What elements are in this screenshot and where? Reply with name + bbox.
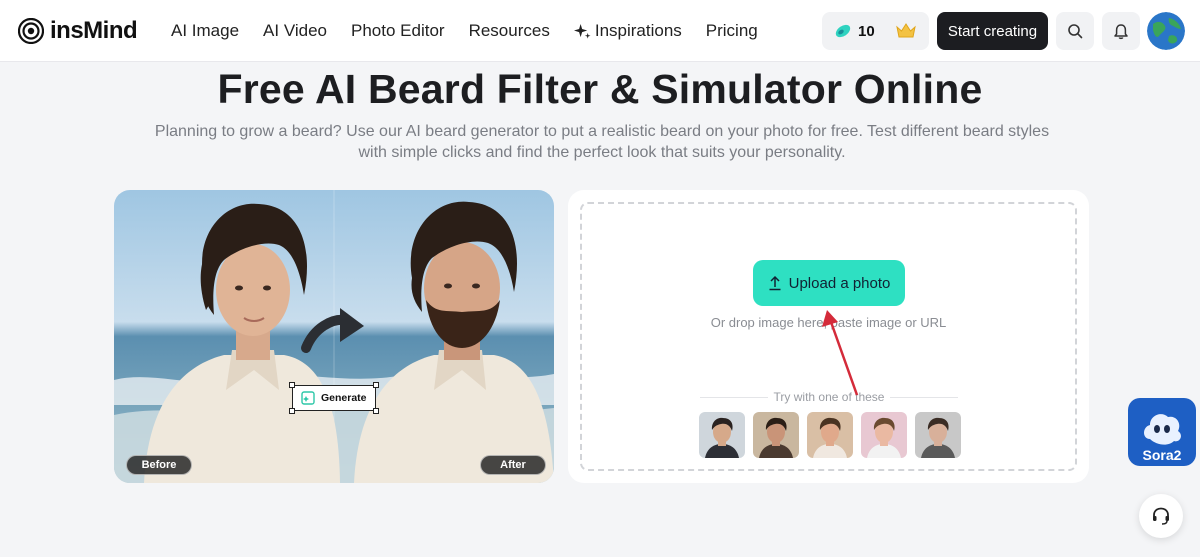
- search-icon: [1068, 24, 1083, 39]
- crown-icon[interactable]: [895, 22, 917, 40]
- top-navbar: insMind AI Image AI Video Photo Editor R…: [0, 0, 1200, 62]
- credits-count: 10: [858, 22, 875, 40]
- sample-man-smiling-thumbnail[interactable]: [807, 412, 853, 458]
- user-avatar[interactable]: [1147, 12, 1185, 50]
- sample-man-smiling-portrait: [807, 412, 853, 458]
- credits-badge[interactable]: 10: [822, 12, 929, 50]
- sample-man-suit-thumbnail[interactable]: [699, 412, 745, 458]
- bell-icon: [1114, 23, 1128, 39]
- drop-hint-text: Or drop image here, paste image or URL: [710, 315, 947, 330]
- sora-mascot-icon: [1144, 414, 1181, 445]
- image-sparkle-icon: [301, 391, 315, 405]
- sample-boy-pink-portrait: [861, 412, 907, 458]
- credit-gem-icon: [835, 24, 851, 38]
- search-button[interactable]: [1056, 12, 1094, 50]
- menu-item-inspirations-label: Inspirations: [594, 21, 682, 40]
- sample-man-dark-hair-portrait: [753, 412, 799, 458]
- sample-boy-grey-thumbnail[interactable]: [915, 412, 961, 458]
- sample-boy-pink-thumbnail[interactable]: [861, 412, 907, 458]
- start-creating-button[interactable]: Start creating: [937, 12, 1048, 50]
- upload-arrow-icon: [769, 275, 781, 291]
- sample-boy-grey-portrait: [915, 412, 961, 458]
- menu-item-resources[interactable]: Resources: [469, 21, 550, 41]
- menu-item-photo-editor[interactable]: Photo Editor: [351, 21, 445, 41]
- generate-label: Generate: [321, 392, 367, 404]
- main-menu: AI Image AI Video Photo Editor Resources…: [160, 0, 782, 62]
- headset-icon: [1153, 507, 1169, 525]
- sora2-widget[interactable]: Sora2: [1128, 398, 1196, 466]
- notifications-button[interactable]: [1102, 12, 1140, 50]
- before-after-demo-image: [114, 190, 554, 483]
- divider-left: [700, 396, 768, 398]
- generate-tag: Generate: [289, 382, 379, 414]
- upload-photo-button[interactable]: Upload a photo: [753, 260, 905, 306]
- menu-item-ai-video[interactable]: AI Video: [263, 21, 327, 41]
- sparkle-icon: [573, 23, 591, 39]
- globe-avatar-icon: [1147, 12, 1185, 50]
- sora2-label: Sora2: [1142, 447, 1182, 463]
- support-button[interactable]: [1139, 494, 1183, 538]
- try-samples-row: Try with one of these: [700, 389, 959, 405]
- logo-icon: [18, 18, 44, 44]
- page-title: Free AI Beard Filter & Simulator Online: [217, 66, 983, 112]
- menu-item-pricing[interactable]: Pricing: [706, 21, 758, 41]
- upload-photo-label: Upload a photo: [788, 274, 891, 292]
- sample-man-dark-hair-thumbnail[interactable]: [753, 412, 799, 458]
- menu-item-inspirations[interactable]: Inspirations: [573, 21, 682, 41]
- divider-right: [890, 396, 959, 398]
- sample-thumbnails: [699, 412, 961, 458]
- logo-text: insMind: [50, 17, 138, 44]
- sample-man-suit-portrait: [699, 412, 745, 458]
- logo[interactable]: insMind: [18, 17, 138, 45]
- before-label: Before: [126, 455, 192, 475]
- page-subtitle: Planning to grow a beard? Use our AI bea…: [154, 123, 1050, 161]
- menu-item-ai-image[interactable]: AI Image: [171, 21, 239, 41]
- try-samples-text: Try with one of these: [773, 390, 885, 404]
- after-label: After: [480, 455, 546, 475]
